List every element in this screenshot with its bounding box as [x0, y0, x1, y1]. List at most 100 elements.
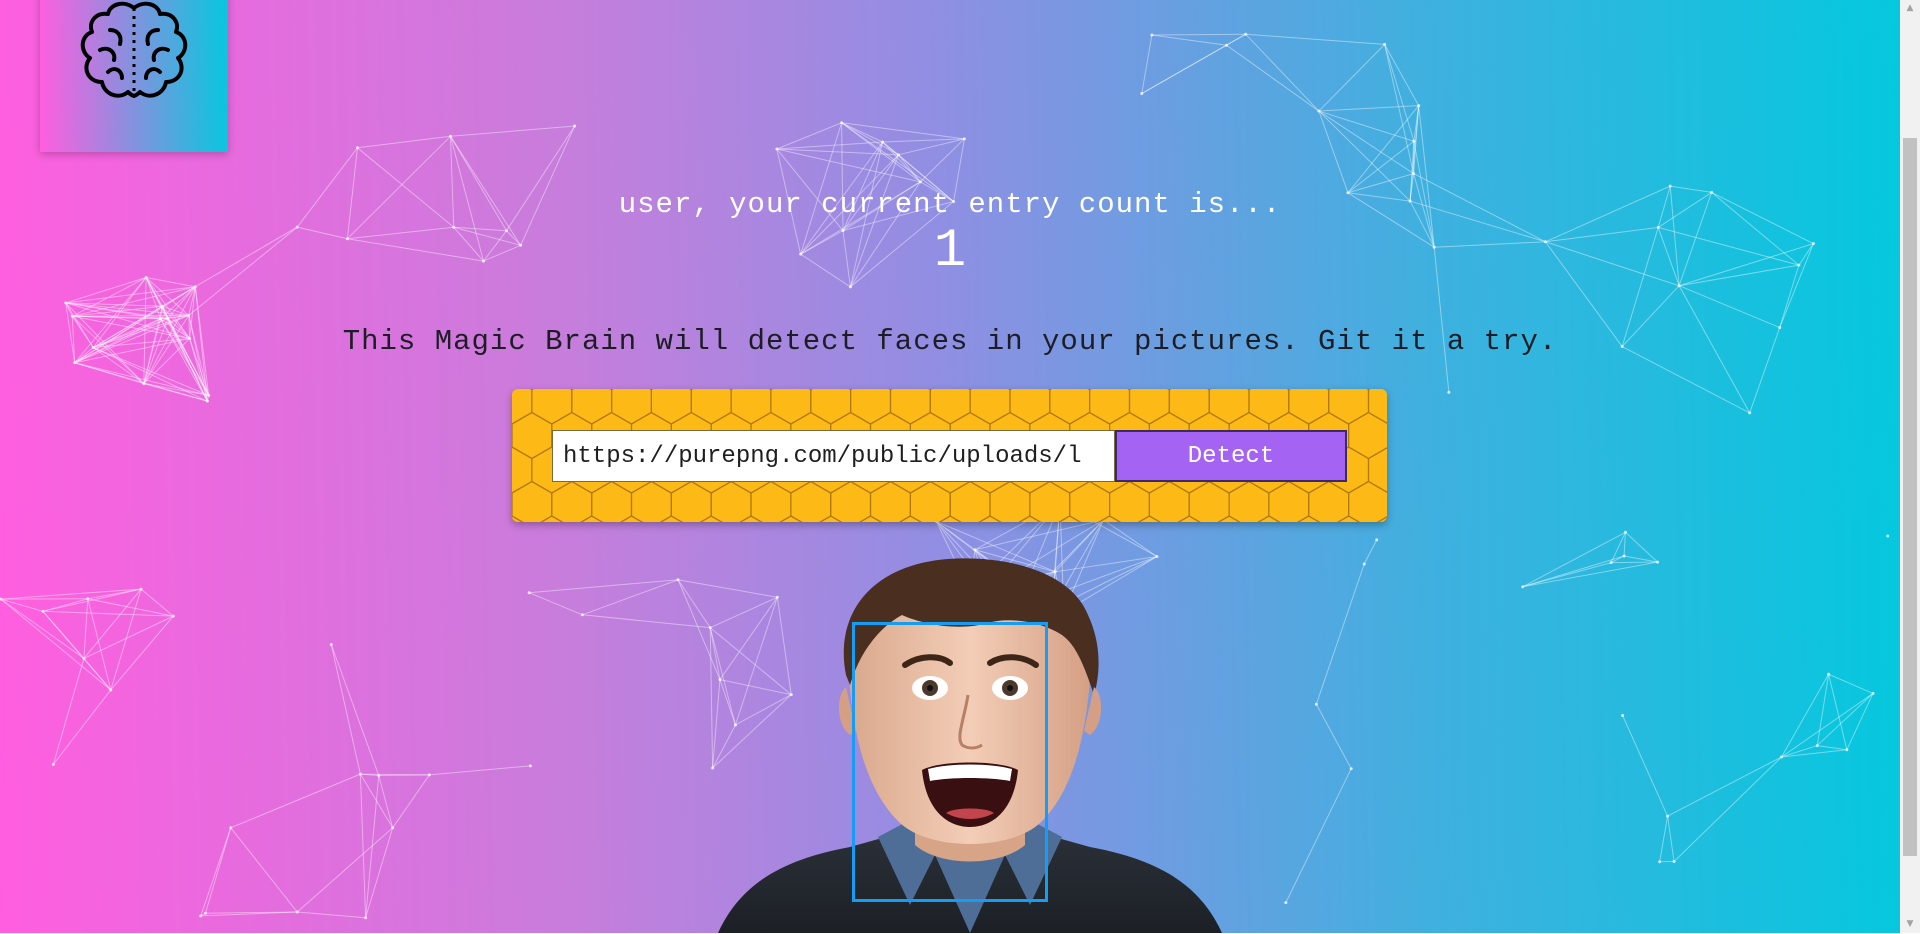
scroll-down-arrow-icon[interactable]: ▼	[1900, 916, 1920, 933]
particle-node	[881, 140, 885, 144]
honeycomb-cell	[611, 389, 652, 425]
particle-node	[1845, 748, 1849, 752]
particle-node	[160, 304, 164, 308]
particle-link	[1522, 531, 1626, 588]
particle-link	[1103, 519, 1158, 557]
particle-link	[230, 773, 361, 829]
particle-node	[355, 146, 359, 150]
image-url-input[interactable]	[552, 430, 1115, 482]
particle-link	[1141, 34, 1153, 94]
particle-link	[1673, 756, 1782, 862]
particle-node	[159, 317, 163, 321]
particle-link	[1659, 816, 1669, 862]
honeycomb-cell	[909, 480, 951, 522]
particle-node	[205, 399, 209, 403]
particle-node	[358, 772, 362, 776]
honeycomb-cell	[750, 480, 792, 522]
honeycomb-cell	[1009, 389, 1051, 425]
particle-node	[1225, 43, 1229, 47]
particle-node	[329, 643, 333, 647]
particle-link	[1151, 33, 1246, 36]
particle-node	[840, 121, 844, 125]
particle-node	[848, 285, 852, 289]
vertical-scrollbar[interactable]: ▲ ▼	[1900, 0, 1920, 933]
particle-link	[1363, 539, 1378, 565]
honeycomb-cell	[969, 389, 1011, 425]
honeycomb-cell	[1268, 480, 1310, 522]
app-viewport: user, your current entry count is... 1 T…	[0, 0, 1900, 933]
honeycomb-cell	[1257, 515, 1281, 522]
particle-link	[83, 598, 89, 659]
entry-count-value: 1	[933, 221, 967, 282]
particle-link	[1245, 33, 1385, 45]
particle-node	[139, 587, 143, 591]
particle-link	[359, 774, 367, 918]
detect-button[interactable]: Detect	[1115, 430, 1347, 482]
honeycomb-cell	[1128, 389, 1170, 425]
honeycomb-cell	[1049, 389, 1091, 425]
particle-node	[1417, 104, 1421, 108]
honeycomb-cell	[858, 515, 883, 522]
scrollbar-thumb[interactable]	[1903, 138, 1917, 856]
honeycomb-cell	[699, 515, 723, 522]
honeycomb-cell	[670, 480, 712, 522]
particle-node	[676, 578, 680, 582]
honeycomb-cell	[571, 389, 613, 425]
particle-link	[450, 125, 575, 137]
honeycomb-cell	[659, 515, 683, 522]
honeycomb-cell	[949, 480, 991, 522]
particle-link	[1846, 693, 1874, 750]
honeycomb-cell	[591, 480, 633, 522]
particle-link	[330, 644, 361, 775]
particle-link	[200, 827, 232, 917]
honeycomb-cell	[730, 389, 772, 425]
honeycomb-cell	[1337, 515, 1361, 522]
particle-node	[203, 911, 207, 915]
particle-link	[1226, 33, 1246, 46]
honeycomb-cell	[690, 389, 732, 425]
honeycomb-cell	[580, 515, 604, 522]
particle-node	[295, 910, 299, 914]
particle-node	[973, 548, 977, 552]
particle-link	[1245, 33, 1320, 112]
particle-link	[1315, 563, 1365, 705]
particle-node	[1621, 713, 1625, 717]
honeycomb-cell	[1029, 480, 1071, 522]
particle-link	[1622, 715, 1669, 817]
particle-node	[528, 764, 532, 768]
particle-node	[1622, 554, 1626, 558]
particle-link	[110, 615, 174, 691]
honeycomb-cell	[630, 480, 672, 522]
particle-node	[527, 591, 531, 595]
particle-link	[677, 579, 711, 628]
honeycomb-cell	[710, 480, 752, 522]
honeycomb-cell	[810, 389, 852, 425]
scroll-up-arrow-icon[interactable]: ▲	[1900, 0, 1920, 17]
honeycomb-cell	[1288, 389, 1330, 425]
particle-node	[377, 774, 381, 778]
particle-link	[1318, 110, 1414, 175]
honeycomb-cell	[1367, 447, 1387, 493]
particle-link	[1384, 44, 1415, 174]
particle-link	[140, 588, 174, 617]
particle-link	[1318, 110, 1415, 142]
logo-tile[interactable]	[40, 0, 228, 152]
honeycomb-cell	[1018, 515, 1042, 522]
particle-node	[573, 124, 577, 128]
honeycomb-cell	[1089, 389, 1131, 425]
particle-link	[429, 765, 531, 776]
honeycomb-cell	[1376, 516, 1387, 522]
particle-node	[1140, 92, 1144, 96]
honeycomb-cell	[770, 389, 812, 425]
particle-link	[1678, 285, 1780, 329]
particle-link	[392, 774, 430, 829]
intro-tagline: This Magic Brain will detect faces in yo…	[342, 325, 1558, 358]
particle-node	[1871, 691, 1875, 695]
particle-node	[41, 609, 45, 613]
particle-node	[896, 153, 900, 157]
particle-node	[1317, 109, 1321, 113]
particle-link	[52, 658, 85, 765]
particle-node	[1383, 42, 1387, 46]
particle-node	[1349, 767, 1353, 771]
honeycomb-cell	[540, 515, 564, 522]
